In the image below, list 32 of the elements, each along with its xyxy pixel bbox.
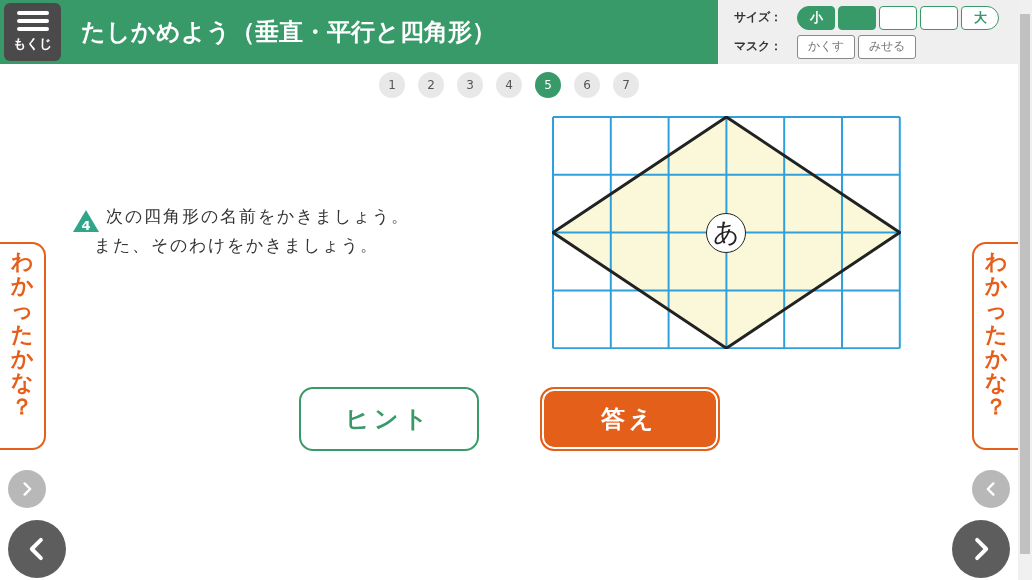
- menu-label: もくじ: [13, 35, 52, 53]
- next-button[interactable]: [952, 520, 1010, 578]
- collapse-tab-button[interactable]: [972, 470, 1010, 508]
- size-option[interactable]: 大: [961, 5, 999, 30]
- page-dot[interactable]: 1: [379, 72, 405, 98]
- page-dot[interactable]: 2: [418, 72, 444, 98]
- page-dot[interactable]: 5: [535, 72, 561, 98]
- check-tab[interactable]: わかったかな？: [972, 242, 1018, 450]
- hint-button[interactable]: ヒント: [298, 387, 479, 452]
- page-dot[interactable]: 3: [457, 72, 483, 98]
- page-title: たしかめよう（垂直・平行と四角形）: [81, 17, 496, 48]
- size-option[interactable]: [879, 5, 917, 30]
- mask-button[interactable]: かくす: [797, 34, 855, 59]
- page-dot[interactable]: 7: [613, 72, 639, 98]
- expand-tab-button[interactable]: [8, 470, 46, 508]
- menu-icon: [16, 11, 49, 31]
- size-option[interactable]: 小: [797, 5, 835, 30]
- page-dot[interactable]: 4: [496, 72, 522, 98]
- size-label: サイズ：: [734, 9, 783, 26]
- mask-button[interactable]: みせる: [858, 34, 916, 59]
- size-option[interactable]: [838, 5, 876, 30]
- mask-label: マスク：: [734, 38, 783, 55]
- menu-button[interactable]: もくじ: [4, 3, 61, 61]
- question-text: 次の四角形の名前をかきましょう。: [106, 204, 410, 228]
- answer-button[interactable]: 答え: [539, 387, 720, 452]
- size-option[interactable]: [920, 5, 958, 30]
- page-dot[interactable]: 6: [574, 72, 600, 98]
- check-tab[interactable]: わかったかな？: [0, 242, 46, 450]
- scrollbar[interactable]: [1018, 0, 1032, 580]
- question-number-icon: 4: [72, 208, 100, 233]
- question-text: また、そのわけをかきましょう。: [94, 233, 380, 257]
- previous-button[interactable]: [8, 520, 66, 578]
